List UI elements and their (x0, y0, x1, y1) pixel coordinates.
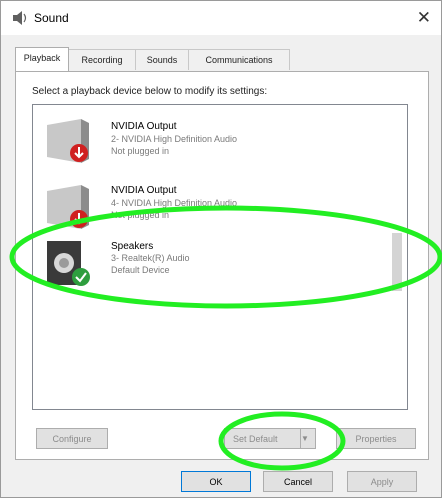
tab-playback[interactable]: Playback (15, 47, 69, 71)
set-default-button[interactable]: Set Default ▼ (224, 428, 316, 449)
device-status: Default Device (111, 265, 170, 275)
cancel-button[interactable]: Cancel (263, 471, 333, 492)
device-detail: 2- NVIDIA High Definition Audio (111, 134, 238, 144)
device-status: Not plugged in (111, 210, 170, 220)
device-name: NVIDIA Output (111, 185, 177, 196)
playback-panel: Select a playback device below to modify… (15, 71, 429, 460)
tab-communications[interactable]: Communications (188, 49, 290, 70)
speaker-icon (47, 241, 90, 286)
device-detail: 3- Realtek(R) Audio (111, 253, 190, 263)
device-list[interactable]: NVIDIA Output 2- NVIDIA High Definition … (32, 104, 408, 410)
set-default-label: Set Default (233, 434, 278, 444)
speaker-icon (47, 119, 89, 163)
tab-sounds[interactable]: Sounds (135, 49, 189, 70)
device-status: Not plugged in (111, 146, 170, 156)
close-button[interactable]: ✕ (417, 8, 431, 28)
device-name: Speakers (111, 241, 154, 252)
instruction-text: Select a playback device below to modify… (32, 86, 268, 97)
tab-recording[interactable]: Recording (68, 49, 136, 70)
speaker-icon (47, 185, 89, 229)
speaker-app-icon (13, 11, 27, 25)
volume-meter (392, 233, 402, 291)
set-default-dropdown[interactable]: ▼ (300, 429, 315, 448)
device-name: NVIDIA Output (111, 121, 177, 132)
device-item-nvidia-output-2[interactable]: NVIDIA Output 4- NVIDIA High Definition … (33, 177, 405, 237)
apply-button[interactable]: Apply (347, 471, 417, 492)
device-item-speakers[interactable]: Speakers 3- Realtek(R) Audio Default Dev… (33, 233, 405, 293)
title-bar: Sound ✕ (1, 1, 441, 35)
configure-button[interactable]: Configure (36, 428, 108, 449)
properties-button[interactable]: Properties (336, 428, 416, 449)
device-item-nvidia-output-1[interactable]: NVIDIA Output 2- NVIDIA High Definition … (33, 111, 405, 171)
device-detail: 4- NVIDIA High Definition Audio (111, 198, 238, 208)
ok-button[interactable]: OK (181, 471, 251, 492)
sound-dialog: Sound ✕ Playback Recording Sounds Commun… (0, 0, 442, 498)
window-title: Sound (34, 11, 69, 25)
